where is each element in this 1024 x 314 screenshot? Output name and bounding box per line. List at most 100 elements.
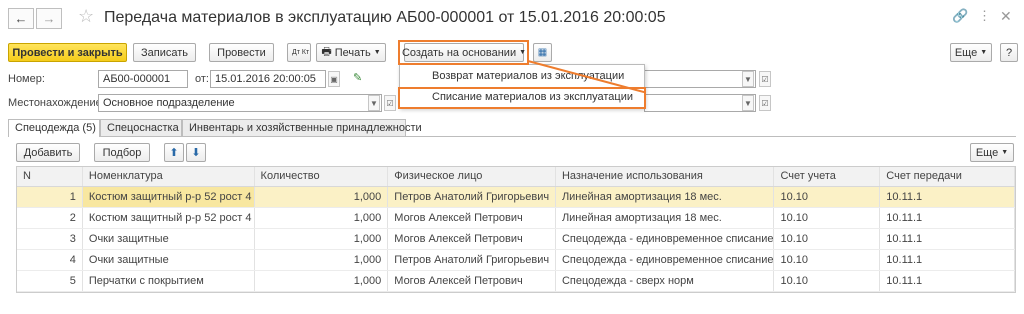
column-header[interactable]: Назначение использования (556, 167, 775, 186)
column-header[interactable]: N (17, 167, 83, 186)
table-cell[interactable]: 1,000 (255, 250, 389, 270)
table-cell[interactable]: Линейная амортизация 18 мес. (556, 208, 775, 228)
table-row[interactable]: 2 Костюм защитный р-р 52 рост 4 1,000 Могов… (17, 208, 1016, 229)
table-cell[interactable]: 10.10 (774, 250, 881, 270)
table-cell[interactable]: 5 (17, 271, 83, 291)
table-cell[interactable]: Очки защитные (83, 250, 255, 270)
table-row[interactable]: 5 Перчатки с покрытием 1,000 Могов Алексей … (17, 271, 1016, 292)
table-cell[interactable]: Спецодежда - единовременное списание (556, 250, 775, 270)
table-cell[interactable]: 1,000 (255, 208, 389, 228)
table-cell[interactable]: Спецодежда - единовременное списание (556, 229, 775, 249)
post-button[interactable]: Провести (209, 43, 274, 62)
move-up-button[interactable]: ⬆ (164, 143, 184, 162)
table-row[interactable]: 1 Костюм защитный р-р 52 рост 4 1,000 Петро… (17, 187, 1016, 208)
chevron-down-icon: ▼ (980, 49, 988, 56)
table-cell[interactable]: Костюм защитный р-р 52 рост 4 (83, 208, 255, 228)
arrow-right-icon: → (42, 11, 56, 26)
edit-number-icon[interactable]: ✎ (353, 71, 362, 84)
date-field[interactable]: 15.01.2016 20:00:05 (210, 70, 326, 88)
table-cell[interactable]: 10.10 (774, 229, 881, 249)
more-icon[interactable]: ⋮ (978, 8, 991, 24)
structure-icon: ▦ (537, 47, 548, 58)
link-icon[interactable]: 🔗 (952, 8, 968, 24)
table-cell[interactable]: Очки защитные (83, 229, 255, 249)
responsible-field[interactable] (644, 94, 756, 112)
responsible-dropdown-icon[interactable]: ▼ (742, 95, 754, 111)
back-button[interactable]: ← (8, 8, 34, 29)
table-cell[interactable]: 10.11.1 (880, 229, 1016, 249)
table-cell[interactable]: Могов Алексей Петрович (388, 271, 556, 291)
location-open-icon[interactable]: ☑ (384, 95, 396, 111)
menu-item-return-materials[interactable]: Возврат материалов из эксплуатации (400, 67, 644, 87)
pick-button[interactable]: Подбор (94, 143, 150, 162)
column-header[interactable]: Счет передачи (880, 167, 1016, 186)
table-cell[interactable]: 2 (17, 208, 83, 228)
tab-inventory[interactable]: Инвентарь и хозяйственные принадлежности (182, 119, 422, 136)
organization-dropdown-icon[interactable]: ▼ (742, 71, 754, 87)
column-header[interactable]: Количество (255, 167, 389, 186)
column-header[interactable]: Счет учета (774, 167, 881, 186)
add-row-label: Добавить (23, 146, 73, 159)
post-and-close-button[interactable]: Провести и закрыть (8, 43, 127, 62)
save-label: Записать (140, 46, 188, 59)
structure-button[interactable]: ▦ (533, 43, 552, 62)
table-cell[interactable]: Спецодежда - сверх норм (556, 271, 775, 291)
print-button[interactable]: 🖶 Печать ▼ (316, 43, 386, 62)
arrow-left-icon: ← (14, 11, 28, 26)
table-cell[interactable]: 1,000 (255, 271, 389, 291)
organization-open-icon[interactable]: ☑ (759, 71, 771, 87)
help-button[interactable]: ? (1000, 43, 1018, 62)
table-row[interactable]: 4 Очки защитные 1,000 Петров Анатолий Григо… (17, 250, 1016, 271)
move-down-button[interactable]: ⬇ (186, 143, 206, 162)
table-cell[interactable]: 1,000 (255, 229, 389, 249)
location-field[interactable]: Основное подразделение (98, 94, 382, 112)
table-cell[interactable]: Петров Анатолий Григорьевич (388, 187, 556, 207)
post-and-close-label: Провести и закрыть (12, 46, 123, 59)
chevron-down-icon: ▼ (1001, 149, 1009, 156)
table-cell[interactable]: 10.11.1 (880, 271, 1016, 291)
table-cell[interactable]: 10.11.1 (880, 208, 1016, 228)
more-actions-button[interactable]: Еще ▼ (950, 43, 992, 62)
calendar-icon[interactable]: ▣ (328, 71, 340, 87)
create-based-on-highlight (398, 40, 529, 65)
number-field[interactable]: АБ00-000001 (98, 70, 188, 88)
column-header[interactable]: Номенклатура (83, 167, 255, 186)
table-cell[interactable]: Перчатки с покрытием (83, 271, 255, 291)
table-cell[interactable]: 3 (17, 229, 83, 249)
responsible-open-icon[interactable]: ☑ (759, 95, 771, 111)
add-row-button[interactable]: Добавить (16, 143, 80, 162)
forward-button[interactable]: → (36, 8, 62, 29)
table-row[interactable]: 3 Очки защитные 1,000 Могов Алексей Петрови… (17, 229, 1016, 250)
star-icon[interactable]: ☆ (78, 6, 94, 27)
table-cell[interactable]: 10.10 (774, 271, 881, 291)
table-more-button[interactable]: Еще ▼ (970, 143, 1014, 162)
tab-special-equipment[interactable]: Спецоснастка (100, 119, 182, 136)
table-body: 1 Костюм защитный р-р 52 рост 4 1,000 Петро… (17, 187, 1016, 292)
table-cell[interactable]: 1,000 (254, 187, 389, 207)
tab-workwear[interactable]: Спецодежда (5) (8, 119, 100, 137)
close-icon[interactable]: ✕ (1000, 8, 1012, 25)
table-cell[interactable]: 4 (17, 250, 83, 270)
materials-table[interactable]: N Номенклатура Количество Физическое лицо На… (16, 166, 1016, 293)
table-cell[interactable]: Костюм защитный р-р 52 рост 4 (82, 187, 255, 207)
arrow-down-icon: ⬇ (191, 147, 201, 159)
table-cell[interactable]: Могов Алексей Петрович (388, 229, 556, 249)
table-cell[interactable]: 10.10 (774, 187, 881, 207)
table-cell[interactable]: 10.10 (774, 208, 881, 228)
save-button[interactable]: Записать (133, 43, 196, 62)
pick-label: Подбор (102, 146, 142, 159)
table-cell[interactable]: 1 (17, 187, 83, 207)
organization-field[interactable] (644, 70, 756, 88)
column-header[interactable]: Физическое лицо (388, 167, 556, 186)
table-cell[interactable]: 10.11.1 (880, 250, 1016, 270)
location-dropdown-icon[interactable]: ▼ (368, 95, 380, 111)
table-cell[interactable]: 10.11.1 (880, 187, 1016, 207)
help-label: ? (1005, 46, 1013, 59)
table-cell[interactable]: Линейная амортизация 18 мес. (556, 187, 775, 207)
table-cell[interactable]: Петров Анатолий Григорьевич (388, 250, 556, 270)
arrow-up-icon: ⬆ (169, 147, 179, 159)
page-title: Передача материалов в эксплуатацию АБ00-… (104, 9, 666, 26)
table-more-label: Еще (975, 146, 999, 159)
dt-kt-button[interactable]: Дт Кт (287, 43, 311, 62)
table-cell[interactable]: Могов Алексей Петрович (388, 208, 556, 228)
